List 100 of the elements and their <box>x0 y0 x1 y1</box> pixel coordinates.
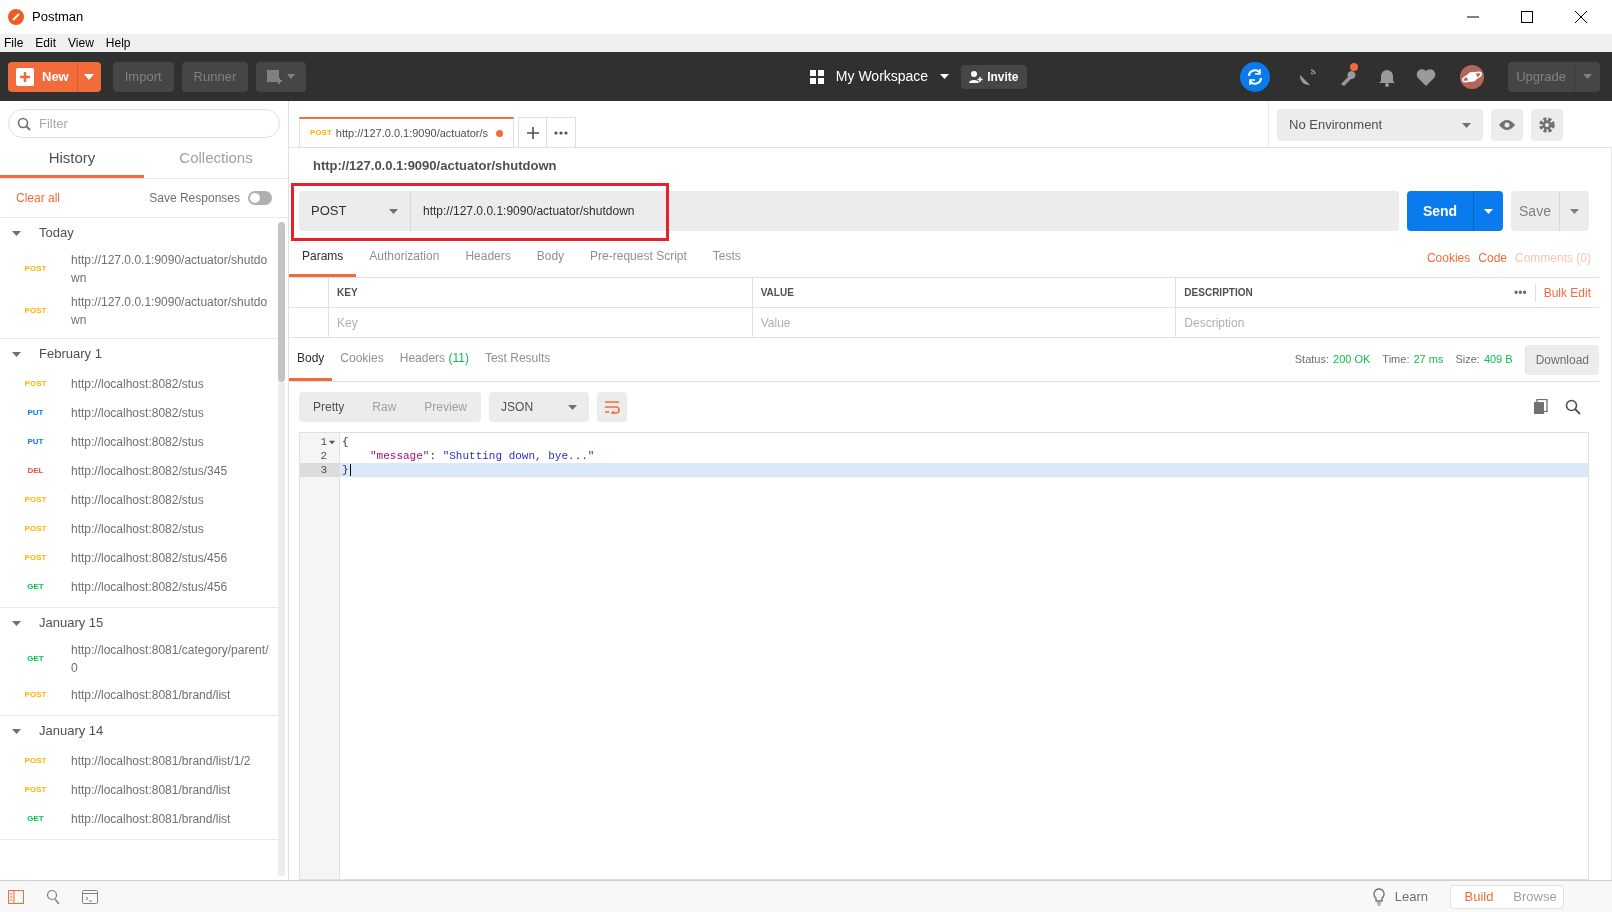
param-input-field[interactable]: Value <box>760 313 1168 332</box>
method-label: PUT <box>26 435 45 448</box>
new-button[interactable]: New <box>8 61 77 92</box>
format-dropdown[interactable]: JSON <box>489 392 590 422</box>
plus-icon <box>16 67 34 86</box>
collapse-arrow-icon[interactable] <box>12 618 21 628</box>
search-icon <box>17 116 31 131</box>
menu-item[interactable]: Help <box>105 34 131 52</box>
history-item-url[interactable]: http://localhost:8082/stus/456 <box>71 577 236 596</box>
sync-icon[interactable] <box>1240 61 1271 92</box>
clear-all-link[interactable]: Clear all <box>16 189 60 207</box>
history-item-url[interactable]: http://localhost:8082/stus <box>71 490 212 509</box>
history-item-url[interactable]: http://localhost:8082/stus <box>71 403 212 422</box>
url-input[interactable]: http://127.0.0.1:9090/actuator/shutdown <box>423 201 1387 221</box>
request-section-tab[interactable]: Body <box>523 238 578 277</box>
new-window-button[interactable] <box>256 61 307 92</box>
satellite-dish-icon[interactable] <box>1298 66 1319 87</box>
history-group-title[interactable]: January 15 <box>39 613 104 633</box>
request-section-tab[interactable]: Params <box>289 238 357 277</box>
history-item-url[interactable]: http://localhost:8082/stus/456 <box>71 548 236 567</box>
collapse-arrow-icon[interactable] <box>12 726 21 736</box>
environment-dropdown[interactable]: No Environment <box>1277 109 1483 141</box>
scrollbar-thumb[interactable] <box>278 222 285 382</box>
download-button[interactable]: Download <box>1524 344 1599 375</box>
method-label: POST <box>23 305 48 317</box>
bulk-edit-link[interactable]: Bulk Edit <box>1535 283 1591 302</box>
send-button[interactable]: Send <box>1407 191 1473 231</box>
method-label: DEL <box>26 464 45 477</box>
request-section-tab[interactable]: Headers <box>452 238 524 277</box>
avatar-icon[interactable] <box>1460 64 1485 89</box>
mode-toggle[interactable]: Build <box>1451 885 1507 908</box>
close-icon[interactable] <box>1574 10 1588 24</box>
more-options-button[interactable]: ••• <box>1506 283 1536 302</box>
method-label: POST <box>23 263 48 275</box>
search-icon[interactable] <box>46 888 60 905</box>
history-item-url[interactable]: http://localhost:8081/brand/list <box>71 780 239 799</box>
caret-icon <box>84 73 95 80</box>
upgrade-dropdown-button[interactable] <box>1574 61 1600 92</box>
workspace-dropdown[interactable]: My Workspace <box>809 66 950 87</box>
invite-button[interactable]: Invite <box>961 64 1027 89</box>
filter-input[interactable]: Filter <box>39 113 271 134</box>
view-mode-tab[interactable]: Pretty <box>299 392 359 422</box>
history-item-url[interactable]: http://localhost:8081/brand/list <box>71 809 239 828</box>
request-link[interactable]: Code <box>1478 248 1507 267</box>
method-label: POST <box>23 493 48 506</box>
response-tab[interactable]: Test Results <box>476 338 559 381</box>
maximize-icon[interactable] <box>1520 10 1534 24</box>
collapse-arrow-icon[interactable] <box>12 228 21 238</box>
lightbulb-icon[interactable] <box>1372 887 1385 906</box>
stat-value: 200 OK <box>1333 352 1371 368</box>
grid-icon <box>809 69 824 84</box>
response-tab[interactable]: Headers (11) <box>391 338 477 381</box>
save-responses-label: Save Responses <box>149 190 240 207</box>
param-input-field[interactable]: Key <box>337 313 744 332</box>
sidebar-tab[interactable]: History <box>0 142 144 178</box>
more-icon <box>554 130 569 135</box>
history-item-url[interactable]: http://localhost:8081/brand/list <box>71 685 239 704</box>
method-label: GET <box>26 580 45 593</box>
history-item-url[interactable]: http://localhost:8082/stus <box>71 374 212 393</box>
history-group-title[interactable]: February 1 <box>39 344 102 364</box>
history-item-url[interactable]: http://127.0.0.1:9090/actuator/shutdown <box>71 251 278 287</box>
history-item-url[interactable]: http://localhost:8081/category/parent/0 <box>71 641 278 677</box>
request-section-tab[interactable]: Authorization <box>356 238 453 277</box>
history-item-url[interactable]: http://localhost:8082/stus/345 <box>71 461 236 480</box>
learn-link[interactable]: Learn <box>1394 886 1428 907</box>
environment-quick-look-button[interactable] <box>1491 109 1523 141</box>
request-link[interactable]: Cookies <box>1426 248 1471 267</box>
history-group-title[interactable]: January 14 <box>39 721 104 741</box>
sidebar-tab[interactable]: Collections <box>144 142 288 178</box>
search-icon[interactable] <box>1565 399 1581 415</box>
menu-item[interactable]: View <box>68 34 94 52</box>
request-section-tab[interactable]: Pre-request Script <box>577 238 700 277</box>
heart-icon[interactable] <box>1416 67 1437 86</box>
history-item-url[interactable]: http://127.0.0.1:9090/actuator/shutdown <box>71 293 278 329</box>
fold-arrow-icon[interactable] <box>329 439 335 445</box>
window-title: Postman <box>32 8 84 27</box>
save-responses-toggle[interactable] <box>248 191 272 205</box>
sidebar-toggle-icon[interactable] <box>8 889 24 904</box>
request-section-tab[interactable]: Tests <box>699 238 754 277</box>
response-tab[interactable]: Cookies <box>332 338 392 381</box>
menu-item[interactable]: Edit <box>35 34 57 52</box>
save-button[interactable]: Save <box>1511 191 1559 231</box>
copy-icon[interactable] <box>1533 399 1549 415</box>
history-item-url[interactable]: http://localhost:8082/stus <box>71 432 212 451</box>
mode-toggle[interactable]: Browse <box>1507 885 1563 908</box>
settings-button[interactable] <box>1531 109 1563 141</box>
history-group-title[interactable]: Today <box>39 223 74 243</box>
request-tab[interactable]: POST http://127.0.0.1:9090/actuator/s <box>299 117 515 147</box>
send-dropdown-button[interactable] <box>1473 191 1503 231</box>
caret-icon <box>1484 208 1493 214</box>
response-tab[interactable]: Body <box>289 338 333 381</box>
add-person-icon <box>969 70 984 83</box>
console-icon[interactable] <box>82 889 98 904</box>
stat-value: 409 B <box>1483 352 1513 368</box>
collapse-arrow-icon[interactable] <box>12 349 21 359</box>
menu-item[interactable]: File <box>4 34 24 52</box>
history-item-url[interactable]: http://localhost:8082/stus <box>71 519 212 538</box>
param-input-field[interactable]: Description <box>1184 313 1591 332</box>
new-dropdown-button[interactable] <box>76 61 101 92</box>
history-item-url[interactable]: http://localhost:8081/brand/list/1/2 <box>71 751 259 770</box>
